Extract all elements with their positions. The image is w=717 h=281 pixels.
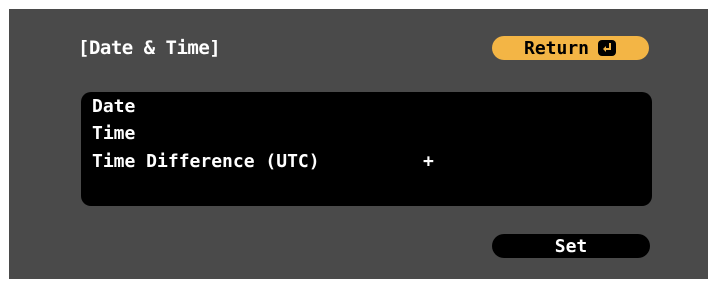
set-button[interactable]: Set — [492, 234, 650, 258]
list-item-time-difference[interactable]: Time Difference (UTC) + — [81, 147, 652, 175]
list-item-time[interactable]: Time — [81, 119, 652, 147]
list-item-label: Time — [92, 122, 136, 144]
list-item-empty — [81, 175, 652, 203]
list-item-date[interactable]: Date — [81, 92, 652, 120]
enter-icon — [597, 39, 617, 57]
dialog-title: [Date & Time] — [78, 37, 221, 59]
list-item-label: Date — [92, 95, 136, 117]
list-item-label: Time Difference (UTC) — [92, 150, 320, 172]
settings-list: Date Time Time Difference (UTC) + — [81, 92, 652, 206]
time-difference-value: + — [423, 150, 434, 172]
return-button[interactable]: Return — [492, 36, 649, 60]
screen: [Date & Time] Return Date Time Time Diff… — [0, 0, 717, 281]
return-label: Return — [523, 37, 590, 59]
